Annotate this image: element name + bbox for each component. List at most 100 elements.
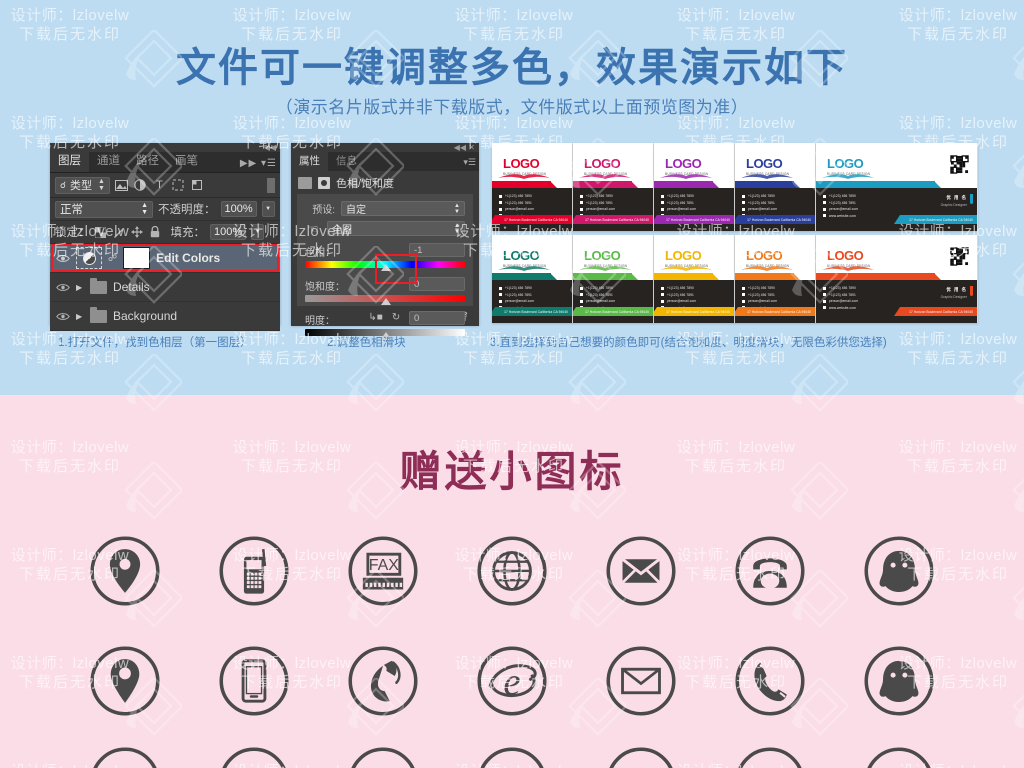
lock-transparent-pixels-icon[interactable] (94, 226, 106, 238)
tab-layers[interactable]: 图层 (50, 149, 89, 172)
envelope-outline-icon[interactable] (577, 632, 706, 730)
saturation-slider-thumb[interactable] (381, 298, 391, 305)
panel-menu-icon[interactable]: ▶▶ ▾☰ (240, 158, 277, 169)
collapse-arrows-icon[interactable]: ◀◀ (264, 143, 276, 152)
user-icon[interactable] (318, 740, 447, 768)
phone-handset-icon[interactable] (706, 632, 835, 730)
lock-fill-row[interactable]: 锁定： 填充： 100% ▼ (50, 221, 280, 244)
card-contact-line: +1(123) 456 7890 (499, 286, 534, 290)
lightness-value[interactable]: 0 (409, 311, 465, 325)
svg-text:FAX: FAX (369, 557, 399, 574)
lock-all-icon[interactable] (150, 226, 160, 238)
eye-icon[interactable] (56, 254, 70, 263)
business-card[interactable]: LOGO BUSINESS CARD DESIGN +1(123) 456 7890… (492, 235, 573, 323)
business-card[interactable]: LOGO BUSINESS CARD DESIGN +1(123) 456 7890… (816, 143, 978, 231)
channel-row[interactable]: ☜ 全图 ▲ ▼ (305, 221, 465, 236)
fill-value[interactable]: 100% (210, 224, 247, 240)
business-card[interactable]: LOGO BUSINESS CARD DESIGN +1(123) 456 7890… (816, 235, 978, 323)
hue-slider[interactable] (305, 254, 465, 284)
photoshop-layers-panel[interactable]: ◀◀ 图层 通道 路径 画笔 ▶▶ ▾☰ ☌ 类型 ▲ ▼ T 正常 ▲ ▼ 不… (50, 143, 280, 331)
envelope-filled-icon[interactable] (577, 522, 706, 620)
layer-row-details[interactable]: ▶ Details (50, 273, 280, 302)
blend-opacity-row[interactable]: 正常 ▲ ▼ 不透明度： 100% ▼ (50, 198, 280, 221)
card-bottom: +1(123) 456 7890 +1(123) 456 7891 person@e… (492, 188, 572, 231)
business-card[interactable]: LOGO BUSINESS CARD DESIGN +1(123) 456 7890… (735, 143, 816, 231)
location-pin-outline-icon[interactable] (60, 632, 189, 730)
layer-filter-bar[interactable]: ☌ 类型 ▲ ▼ T (50, 173, 280, 198)
saturation-slider[interactable] (305, 295, 465, 307)
adjustment-thumbnail[interactable] (76, 247, 102, 269)
business-card[interactable]: LOGO BUSINESS CARD DESIGN +1(123) 456 7890… (573, 235, 654, 323)
layer-mask-thumbnail[interactable] (123, 247, 151, 269)
lock-position-icon[interactable] (130, 226, 143, 238)
filter-shape-icon[interactable] (171, 178, 186, 193)
fax-machine-icon[interactable]: FAX (318, 522, 447, 620)
tab-brushes[interactable]: 画笔 (167, 149, 206, 172)
preset-row[interactable]: 预设: 自定 ▲ ▼ (305, 201, 465, 216)
layer-list[interactable]: ☍ Edit Colors ▶ Details ▶ Background (50, 244, 280, 331)
card-contact-text: +1(123) 456 7891 (505, 292, 532, 297)
desk-telephone-icon[interactable] (706, 522, 835, 620)
star-icon[interactable] (835, 740, 964, 768)
card-address-text: 17 Horizon Boulevard California CA 94040 (504, 309, 568, 314)
lock-image-pixels-icon[interactable] (113, 227, 124, 238)
tab-properties[interactable]: 属性 (291, 151, 328, 171)
qq-penguin-icon[interactable] (835, 522, 964, 620)
alert-triangle-icon[interactable] (60, 740, 189, 768)
smartphone-icon[interactable] (189, 632, 318, 730)
opacity-value[interactable]: 100% (220, 201, 257, 217)
saturation-value[interactable]: 0 (409, 277, 465, 291)
tab-channels[interactable]: 通道 (89, 149, 128, 172)
card-contact-text: person@email.com (586, 207, 616, 211)
hue-saturation-panel[interactable]: ◀◀ ✕ 属性 信息 ▾☰ 色相/饱和度 预设: 自定 ▲ ▼ ☜ 全图 ▲ ▼… (291, 143, 479, 339)
channel-select[interactable]: 全图 ▲ ▼ (327, 221, 465, 236)
chevron-right-icon[interactable]: ▶ (76, 312, 84, 321)
link-icon[interactable]: ☍ (108, 253, 117, 264)
opacity-dropdown-icon[interactable]: ▼ (261, 201, 275, 217)
qq-penguin-outline-icon[interactable] (835, 632, 964, 730)
chevron-right-icon[interactable]: ▶ (76, 283, 84, 292)
fill-dropdown-icon[interactable]: ▼ (251, 224, 265, 240)
panel-close-icon[interactable]: ◀◀ ✕ (454, 143, 475, 152)
internet-explorer-icon[interactable]: e (447, 632, 576, 730)
business-card[interactable]: LOGO BUSINESS CARD DESIGN +1(123) 456 7890… (492, 143, 573, 231)
bullet-icon (742, 201, 745, 204)
bullet-icon (580, 201, 583, 204)
monitor-icon[interactable] (189, 740, 318, 768)
tab-info[interactable]: 信息 (328, 151, 365, 171)
phone-handset-tilted-icon[interactable] (318, 632, 447, 730)
filter-pixel-icon[interactable] (114, 178, 129, 193)
card-swoosh-graphic (498, 259, 550, 271)
filter-smartobject-icon[interactable] (190, 178, 205, 193)
hue-value[interactable]: -1 (409, 243, 465, 257)
eye-icon[interactable] (56, 312, 70, 321)
blend-mode-select[interactable]: 正常 ▲ ▼ (55, 200, 153, 218)
preset-select[interactable]: 自定 ▲ ▼ (341, 201, 465, 216)
card-contact-text: person@email.com (667, 207, 697, 211)
card-address-tag: 17 Horizon Boulevard California CA 94040 (735, 215, 815, 224)
properties-panel-tabs[interactable]: 属性 信息 ▾☰ (291, 151, 479, 171)
wifi-icon[interactable] (706, 740, 835, 768)
globe-icon[interactable] (447, 522, 576, 620)
hue-saturation-controls[interactable]: 预设: 自定 ▲ ▼ ☜ 全图 ▲ ▼ 色相： -1 饱和度： 0 明度： 0 (297, 194, 473, 339)
layer-row-edit-colors[interactable]: ☍ Edit Colors (50, 244, 280, 273)
filter-type-icon[interactable]: T (152, 178, 167, 193)
cursor-icon[interactable] (577, 740, 706, 768)
business-card[interactable]: LOGO BUSINESS CARD DESIGN +1(123) 456 7890… (654, 235, 735, 323)
card-contact-text: +1(123) 456 7891 (667, 200, 694, 205)
layers-panel-tabs[interactable]: 图层 通道 路径 画笔 ▶▶ ▾☰ (50, 149, 280, 173)
mobile-phone-icon[interactable] (189, 522, 318, 620)
filter-adjustment-icon[interactable] (133, 178, 148, 193)
targeted-adjustment-hand-icon[interactable]: ☜ (305, 222, 321, 236)
filter-toggle-switch[interactable] (267, 177, 275, 193)
business-card[interactable]: LOGO BUSINESS CARD DESIGN +1(123) 456 7890… (735, 235, 816, 323)
panel-menu-icon[interactable]: ▾☰ (463, 157, 476, 168)
layer-row-background[interactable]: ▶ Background (50, 302, 280, 331)
clock-icon[interactable] (447, 740, 576, 768)
business-card[interactable]: LOGO BUSINESS CARD DESIGN +1(123) 456 7890… (573, 143, 654, 231)
tab-paths[interactable]: 路径 (128, 149, 167, 172)
eye-icon[interactable] (56, 283, 70, 292)
filter-kind-select[interactable]: ☌ 类型 ▲ ▼ (55, 176, 110, 194)
business-card[interactable]: LOGO BUSINESS CARD DESIGN +1(123) 456 7890… (654, 143, 735, 231)
location-pin-filled-icon[interactable] (60, 522, 189, 620)
